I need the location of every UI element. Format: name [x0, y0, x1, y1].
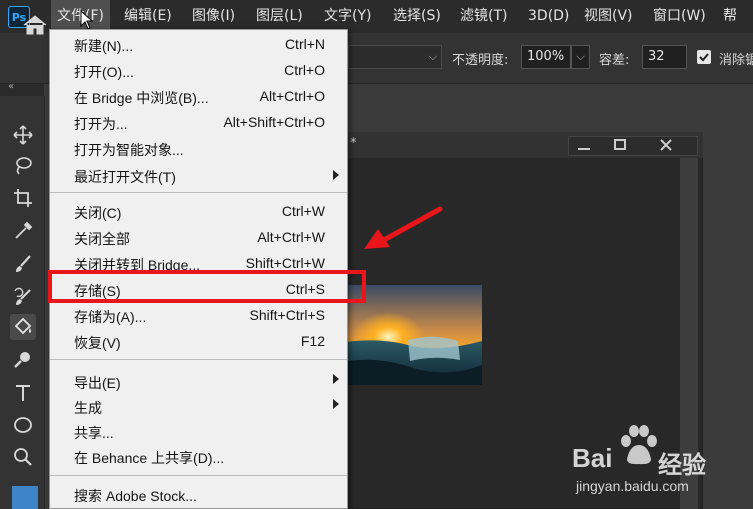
- zoom-dodge-tool-icon[interactable]: [10, 347, 36, 373]
- menu-item-share-on-behance[interactable]: 在 Behance 上共享(D)...: [74, 448, 224, 468]
- menu-3d[interactable]: 3D(D): [522, 0, 575, 33]
- menu-help[interactable]: 帮: [717, 0, 743, 33]
- submenu-arrow-icon: [333, 374, 339, 384]
- menu-item-revert[interactable]: 恢复(V): [74, 333, 121, 353]
- baidu-jingyan-watermark: Bai 经验 jingyan.baidu.com: [570, 425, 750, 509]
- menu-item-open-as-smart-object[interactable]: 打开为智能对象...: [74, 140, 184, 160]
- shortcut-revert: F12: [300, 333, 325, 349]
- menu-divider: [50, 475, 347, 476]
- watermark-url: jingyan.baidu.com: [576, 478, 689, 494]
- menu-window[interactable]: 窗口(W): [647, 0, 712, 33]
- menu-item-share[interactable]: 共享...: [74, 423, 114, 443]
- ellipse-tool-icon[interactable]: [10, 412, 36, 438]
- baidu-paw-logo-icon: [621, 425, 657, 465]
- mouse-cursor-icon: [80, 10, 94, 30]
- shortcut-open: Ctrl+O: [284, 62, 325, 78]
- document-titlebar[interactable]: *: [300, 132, 703, 158]
- chevron-down-icon: ⌵: [428, 50, 437, 63]
- menu-item-open-recent[interactable]: 最近打开文件(T): [74, 167, 176, 187]
- menu-item-generate[interactable]: 生成: [74, 398, 102, 418]
- collapse-chevrons-icon: «: [8, 81, 15, 92]
- checkmark-icon: [699, 53, 709, 62]
- eyedropper-tool-icon[interactable]: [10, 218, 36, 244]
- brush-tool-icon[interactable]: [10, 251, 36, 277]
- menu-item-new[interactable]: 新建(N)...: [74, 36, 133, 56]
- document-title: *: [350, 136, 357, 151]
- shortcut-new: Ctrl+N: [284, 36, 325, 52]
- menu-item-close[interactable]: 关闭(C): [74, 203, 121, 223]
- opacity-label: 不透明度:: [452, 53, 509, 68]
- tolerance-input[interactable]: 32: [642, 45, 687, 69]
- shortcut-close-and-go-to-bridge: Shift+Ctrl+W: [245, 255, 325, 271]
- close-icon[interactable]: [658, 138, 674, 152]
- foreground-color-swatch[interactable]: [12, 486, 38, 509]
- menu-filter[interactable]: 滤镜(T): [454, 0, 513, 33]
- shortcut-close-all: Alt+Ctrl+W: [257, 229, 325, 245]
- menu-divider: [50, 359, 347, 360]
- toolbar-collapse-bar[interactable]: «: [0, 81, 44, 96]
- maximize-icon[interactable]: [612, 138, 628, 152]
- watermark-brand2: 经验: [658, 451, 706, 479]
- minimize-icon[interactable]: [576, 140, 592, 152]
- shortcut-browse-in-bridge: Alt+Ctrl+O: [259, 88, 325, 104]
- antialias-checkbox[interactable]: [697, 50, 711, 64]
- menu-select[interactable]: 选择(S): [387, 0, 447, 33]
- save-highlight-box: [48, 270, 366, 303]
- shortcut-close: Ctrl+W: [281, 203, 325, 219]
- lasso-tool-icon[interactable]: [10, 153, 36, 179]
- annotation-arrow-icon: [364, 206, 443, 249]
- menu-divider: [50, 192, 347, 193]
- menu-item-save-as[interactable]: 存储为(A)...: [74, 307, 146, 327]
- file-menu-dropdown: 新建(N)... Ctrl+N 打开(O)... Ctrl+O 在 Bridge…: [49, 29, 348, 509]
- menu-item-open[interactable]: 打开(O)...: [74, 62, 134, 82]
- move-tool-icon[interactable]: [10, 122, 36, 148]
- menu-item-browse-in-bridge[interactable]: 在 Bridge 中浏览(B)...: [74, 88, 209, 108]
- type-tool-icon[interactable]: [10, 380, 36, 406]
- zoom-tool-icon[interactable]: [10, 444, 36, 470]
- submenu-arrow-icon: [333, 170, 339, 180]
- shortcut-save-as: Shift+Ctrl+S: [249, 307, 325, 323]
- menu-item-search-adobe-stock[interactable]: 搜索 Adobe Stock...: [74, 486, 197, 506]
- menu-view[interactable]: 视图(V): [578, 0, 639, 33]
- crop-tool-icon[interactable]: [10, 185, 36, 211]
- antialias-label: 消除锯: [719, 53, 753, 68]
- mode-select[interactable]: ⌵: [348, 45, 442, 69]
- shortcut-open-as: Alt+Shift+Ctrl+O: [223, 114, 325, 130]
- history-brush-tool-icon[interactable]: [10, 284, 36, 310]
- opacity-dropdown-chevron-icon[interactable]: ⌵: [571, 45, 590, 69]
- paint-bucket-tool-icon[interactable]: [10, 314, 36, 340]
- menu-item-export[interactable]: 导出(E): [74, 373, 121, 393]
- menu-item-close-all[interactable]: 关闭全部: [74, 229, 130, 249]
- submenu-arrow-icon: [333, 399, 339, 409]
- watermark-brand: Bai: [572, 443, 613, 473]
- tolerance-label: 容差:: [599, 53, 630, 68]
- opacity-input[interactable]: 100%: [521, 45, 571, 69]
- menu-item-open-as[interactable]: 打开为...: [74, 114, 128, 134]
